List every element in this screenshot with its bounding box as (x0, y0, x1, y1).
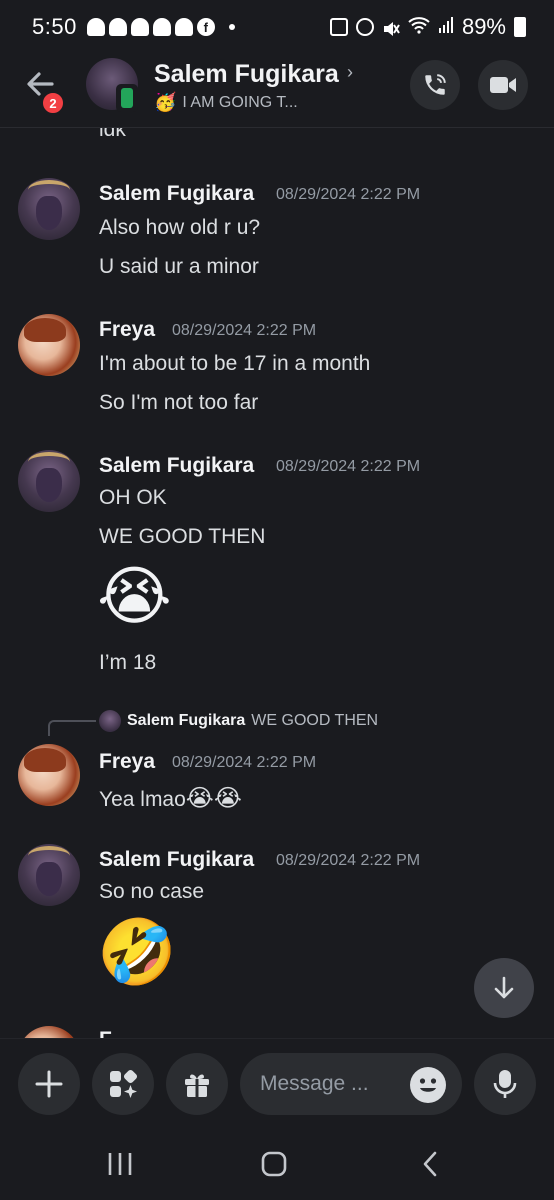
reply-connector (48, 720, 96, 736)
message-text[interactable]: So no case (99, 880, 204, 904)
message-text-content: Yea lmao (99, 788, 186, 811)
message-list[interactable]: idk Salem Fugikara 08/29/2024 2:22 PM Al… (0, 128, 554, 1038)
message-text[interactable]: U said ur a minor (99, 255, 259, 279)
apps-icon (110, 1069, 138, 1098)
message-timestamp: 08/29/2024 2:22 PM (172, 754, 317, 771)
status-text: I AM GOING T... (182, 93, 298, 111)
status-time: 5:50 (32, 14, 77, 39)
message-composer (0, 1038, 554, 1128)
message-author[interactable]: Freya (99, 318, 155, 342)
chevron-right-icon[interactable]: › (347, 62, 353, 83)
reply-text: WE GOOD THEN (251, 712, 379, 729)
message-author[interactable]: F (99, 1028, 112, 1038)
home-button[interactable] (254, 1146, 294, 1182)
microphone-icon (493, 1070, 517, 1098)
mobile-online-icon (116, 84, 138, 112)
emoji-picker-button[interactable] (410, 1067, 446, 1103)
loudly-crying-emoji[interactable]: 😭 (97, 564, 172, 628)
loudly-crying-emoji: 😭😭 (185, 785, 242, 812)
snapchat-icon (130, 18, 149, 36)
attach-button[interactable] (18, 1053, 80, 1115)
alarm-icon (355, 18, 374, 36)
avatar[interactable] (18, 1026, 80, 1038)
battery-icon (514, 17, 526, 37)
video-call-button[interactable] (478, 60, 528, 110)
snapchat-icon (86, 18, 105, 36)
reply-avatar (99, 710, 121, 732)
gift-button[interactable] (166, 1053, 228, 1115)
message-text[interactable]: WE GOOD THEN (99, 525, 265, 549)
snapchat-icon (174, 18, 193, 36)
avatar[interactable] (18, 844, 80, 906)
message-text[interactable]: Yea lmao😭😭 (99, 784, 242, 813)
signal-icon (438, 14, 454, 40)
voice-call-button[interactable] (410, 60, 460, 110)
rolling-laughing-emoji[interactable]: 🤣 (97, 920, 177, 984)
avatar[interactable] (18, 450, 80, 512)
mute-icon (382, 18, 400, 36)
facebook-icon: f (196, 18, 215, 36)
message-timestamp: 08/29/2024 2:22 PM (172, 322, 317, 339)
arrow-down-icon (494, 976, 514, 999)
message-text[interactable]: Also how old r u? (99, 216, 260, 240)
message-timestamp: 08/29/2024 2:22 PM (276, 458, 421, 475)
system-back-button[interactable] (410, 1146, 450, 1182)
smiley-icon (411, 1068, 445, 1102)
message-author[interactable]: Salem Fugikara (99, 182, 254, 206)
message-author[interactable]: Salem Fugikara (99, 454, 254, 478)
contact-status: 🥳 I AM GOING T... (154, 92, 298, 113)
video-camera-icon (490, 77, 516, 93)
message-text[interactable]: OH OK (99, 486, 167, 510)
party-face-icon: 🥳 (154, 92, 177, 112)
jump-to-latest-button[interactable] (474, 958, 534, 1018)
message-text[interactable]: I'm about to be 17 in a month (99, 352, 370, 376)
gift-icon (185, 1074, 209, 1097)
system-nav-bar (0, 1128, 554, 1200)
message-text[interactable]: So I'm not too far (99, 391, 258, 415)
notification-icons: f (86, 18, 235, 36)
avatar[interactable] (18, 178, 80, 240)
phone-icon (425, 74, 446, 95)
reply-author: Salem Fugikara (127, 712, 246, 729)
dm-header: 2 Salem Fugikara › 🥳 I AM GOING T... (0, 54, 554, 128)
status-bar: 5:50 f 89% (0, 0, 554, 54)
home-icon (261, 1151, 287, 1177)
wifi-icon (408, 14, 430, 40)
message-author[interactable]: Salem Fugikara (99, 848, 254, 872)
voice-message-button[interactable] (474, 1053, 536, 1115)
snapchat-icon (108, 18, 127, 36)
recent-apps-button[interactable] (100, 1146, 140, 1182)
snapchat-icon (152, 18, 171, 36)
battery-percent: 89% (461, 14, 506, 39)
recent-apps-icon (108, 1153, 132, 1175)
message-timestamp: 08/29/2024 2:22 PM (276, 186, 421, 203)
message-text: idk (99, 128, 126, 141)
avatar[interactable] (18, 314, 80, 376)
message-text[interactable]: I’m 18 (99, 651, 156, 675)
message-timestamp: 08/29/2024 2:22 PM (276, 852, 421, 869)
apps-button[interactable] (92, 1053, 154, 1115)
contact-name[interactable]: Salem Fugikara (154, 60, 339, 89)
avatar[interactable] (18, 744, 80, 806)
reply-preview[interactable]: Salem Fugikara WE GOOD THEN (99, 710, 378, 732)
nfc-icon (329, 18, 348, 36)
more-notifications-icon (228, 24, 235, 30)
plus-icon (35, 1070, 63, 1098)
unread-badge: 2 (40, 90, 66, 116)
chevron-left-icon (423, 1151, 437, 1177)
message-author[interactable]: Freya (99, 750, 155, 774)
